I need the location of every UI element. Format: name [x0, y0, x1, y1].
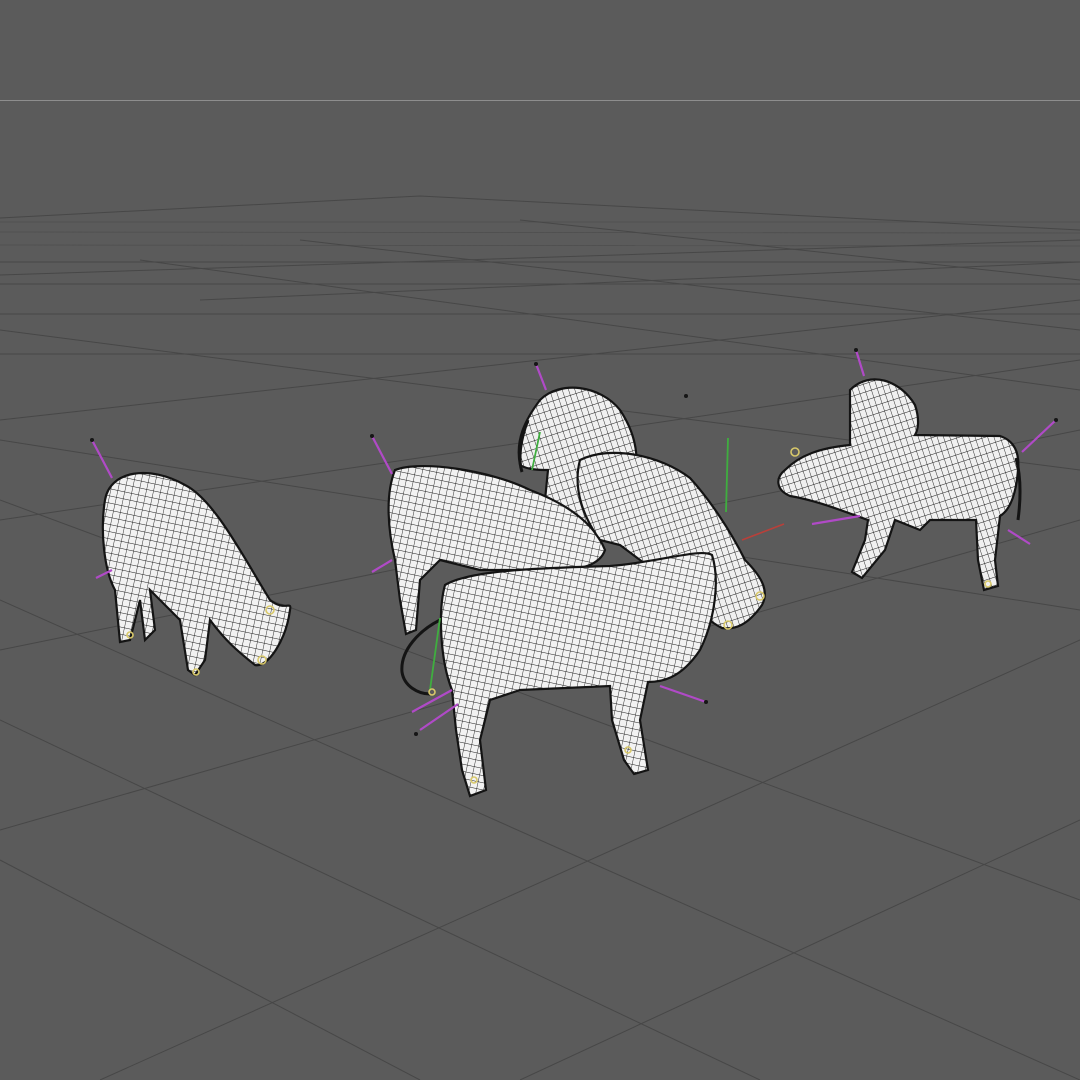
cow-grazing-left-model[interactable] [90, 438, 292, 677]
cow-front-center-model[interactable] [400, 551, 717, 798]
3d-viewport[interactable] [0, 0, 1080, 1080]
scene-canvas[interactable] [0, 0, 1080, 1080]
